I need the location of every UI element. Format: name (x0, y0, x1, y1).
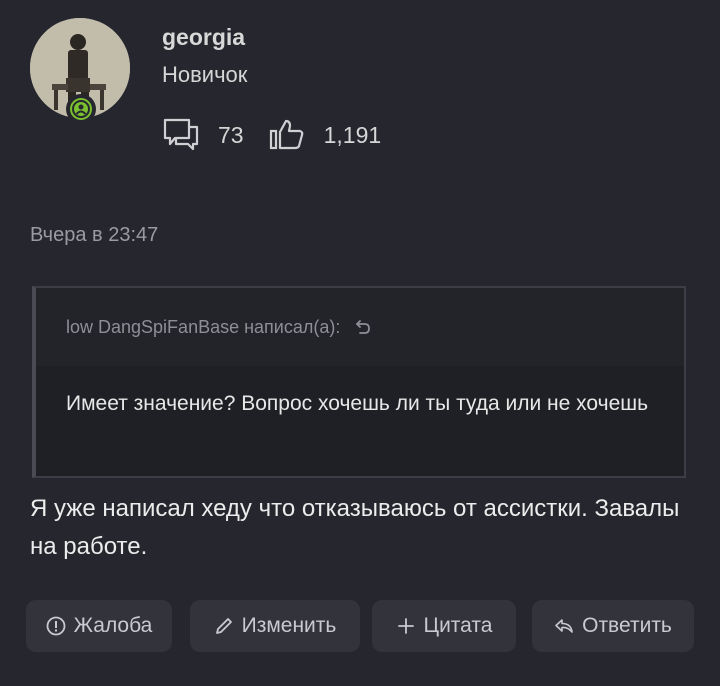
user-stats: 73 1,191 (162, 116, 381, 154)
speech-bubbles-icon (162, 117, 200, 153)
go-to-quote-icon[interactable] (354, 318, 372, 336)
edit-button[interactable]: Изменить (190, 600, 360, 652)
user-title: Новичок (162, 62, 248, 87)
thumbs-up-icon (268, 117, 306, 153)
quote-text: Имеет значение? Вопрос хочешь ли ты туда… (66, 392, 649, 415)
reply-label: Ответить (582, 614, 672, 637)
post-date[interactable]: Вчера в 23:47 (30, 224, 158, 247)
username[interactable]: georgia (162, 24, 245, 51)
edit-label: Изменить (241, 614, 337, 637)
report-label: Жалоба (73, 614, 153, 637)
quote-label: Цитата (423, 614, 493, 637)
reply-icon (554, 616, 574, 636)
quote-button[interactable]: Цитата (372, 600, 516, 652)
quote-block: low DangSpiFanBase написал(а): Имеет зна… (32, 286, 686, 478)
reply-button[interactable]: Ответить (532, 600, 694, 652)
report-icon (46, 616, 66, 636)
online-status-badge (66, 94, 96, 124)
user-online-icon (70, 98, 92, 120)
messages-count: 73 (218, 121, 244, 148)
pencil-icon (214, 616, 234, 636)
quote-author[interactable]: low DangSpiFanBase написал(а): (66, 317, 340, 338)
report-button[interactable]: Жалоба (26, 600, 172, 652)
plus-icon (396, 616, 416, 636)
message-text: Я уже написал хеду что отказываюсь от ас… (30, 495, 680, 560)
reactions-count: 1,191 (323, 121, 382, 148)
quote-header: low DangSpiFanBase написал(а): (36, 288, 684, 366)
